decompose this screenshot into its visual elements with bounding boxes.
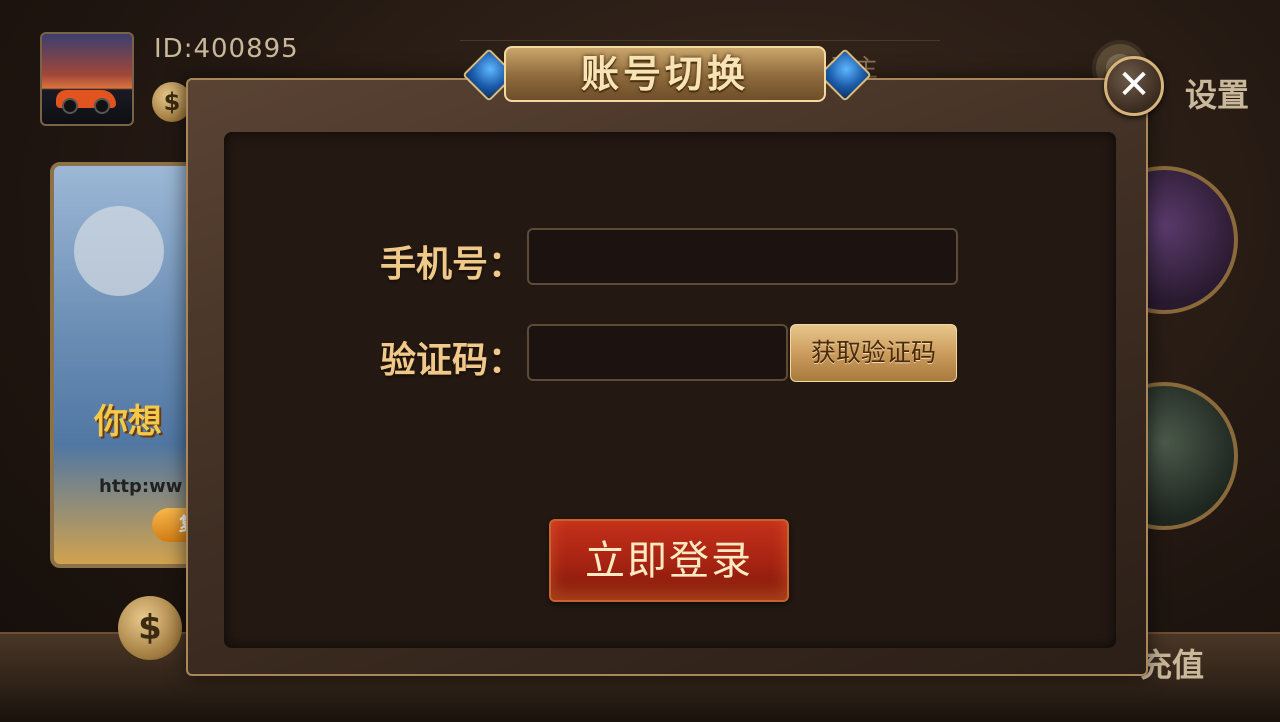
verification-code-label: 验证码： <box>380 340 525 381</box>
phone-label: 手机号： <box>380 244 525 285</box>
banner-url: http:ww <box>99 476 183 497</box>
phone-input[interactable] <box>527 228 958 285</box>
bank-coin-icon[interactable]: $ <box>118 596 182 660</box>
player-avatar[interactable] <box>40 32 134 126</box>
car-image <box>56 90 116 114</box>
close-button[interactable]: ✕ <box>1104 56 1164 116</box>
settings-label[interactable]: 设置 <box>1185 70 1249 116</box>
recharge-button[interactable]: 充值 <box>1140 640 1204 686</box>
dialog-title: 账号切换 <box>504 46 826 102</box>
get-code-button[interactable]: 获取验证码 <box>790 324 957 382</box>
banner-slogan: 你想 <box>94 402 162 442</box>
user-id: ID:400895 <box>154 34 299 64</box>
verification-code-input[interactable] <box>527 324 788 381</box>
promo-banner[interactable]: 你想 http:ww 复 <box>50 162 208 568</box>
login-button[interactable]: 立即登录 <box>549 519 789 602</box>
moon-image <box>74 206 164 296</box>
